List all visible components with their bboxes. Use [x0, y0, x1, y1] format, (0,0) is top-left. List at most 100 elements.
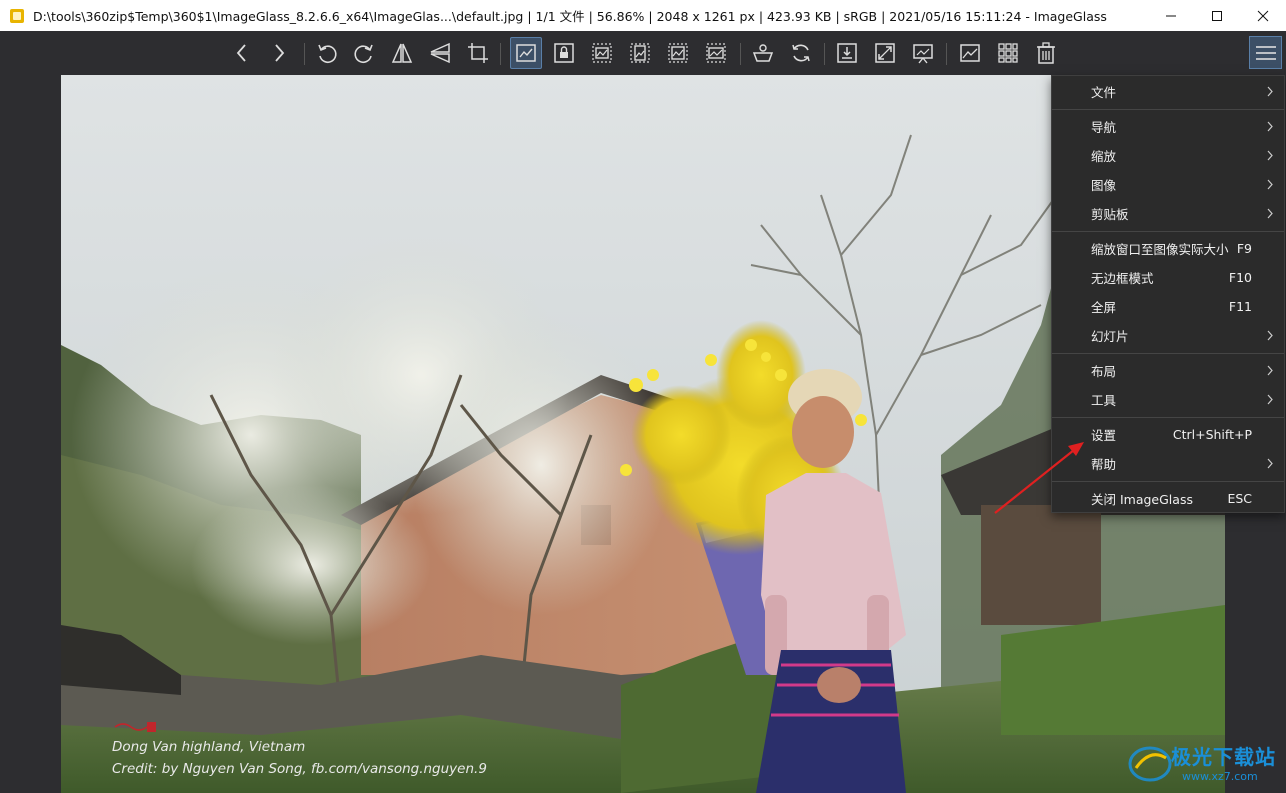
refresh-button[interactable] — [785, 37, 817, 69]
image-caption-credit: Credit: by Nguyen Van Song, fb.com/vanso… — [112, 761, 487, 777]
main-menu-button[interactable] — [1249, 36, 1282, 69]
close-icon — [1257, 10, 1269, 21]
menu-item-clipboard[interactable]: 剪贴板 — [1052, 199, 1284, 228]
menu-item-label: 文件 — [1091, 85, 1117, 100]
menu-item-label: 全屏 — [1091, 300, 1117, 315]
close-button[interactable] — [1240, 0, 1286, 31]
toolbar-separator — [946, 43, 947, 65]
delete-icon — [1037, 42, 1055, 64]
menu-item-slideshow[interactable]: 幻灯片 — [1052, 321, 1284, 350]
menu-separator — [1052, 417, 1284, 418]
scale-to-fit-icon — [668, 43, 688, 63]
menu-item-label: 无边框模式 — [1091, 271, 1154, 286]
menu-item-label: 缩放窗口至图像实际大小 — [1091, 242, 1229, 257]
open-with-icon — [752, 44, 774, 62]
image-caption-location: Dong Van highland, Vietnam — [112, 739, 306, 755]
menu-icon — [1255, 45, 1276, 60]
watermark-url: www.xz7.com — [1182, 770, 1258, 783]
menu-item-navigation[interactable]: 导航 — [1052, 112, 1284, 141]
watermark-brand: 极光下载站 — [1171, 745, 1276, 769]
menu-item-label: 剪贴板 — [1091, 207, 1129, 222]
menu-item-image[interactable]: 图像 — [1052, 170, 1284, 199]
menu-item-shortcut: ESC — [1227, 491, 1252, 506]
rotate-right-button[interactable] — [348, 37, 380, 69]
window-controls — [1148, 0, 1286, 31]
menu-item-label: 关闭 ImageGlass — [1091, 492, 1193, 507]
menu-item-frameless[interactable]: 无边框模式 F10 — [1052, 263, 1284, 292]
submenu-arrow-icon — [1267, 208, 1273, 219]
menu-item-file[interactable]: 文件 — [1052, 77, 1284, 106]
lock-zoom-icon — [554, 43, 574, 63]
thumbnail-icon — [960, 44, 980, 62]
crop-icon — [468, 43, 488, 63]
submenu-arrow-icon — [1267, 458, 1273, 469]
menu-item-label: 设置 — [1091, 428, 1117, 443]
maximize-icon — [1212, 10, 1222, 21]
menu-item-zoom[interactable]: 缩放 — [1052, 141, 1284, 170]
app-logo-icon — [10, 8, 24, 23]
menu-item-fullscreen[interactable]: 全屏 F11 — [1052, 292, 1284, 321]
menu-item-shortcut: F11 — [1228, 299, 1252, 314]
scale-to-fit-button[interactable] — [662, 37, 694, 69]
minimize-icon — [1166, 15, 1176, 16]
rotate-left-button[interactable] — [311, 37, 343, 69]
menu-separator — [1052, 109, 1284, 110]
menu-item-label: 缩放 — [1091, 149, 1117, 164]
submenu-arrow-icon — [1267, 179, 1273, 190]
rotate-left-icon — [318, 44, 337, 63]
toolbar-separator — [824, 43, 825, 65]
open-with-button[interactable] — [747, 37, 779, 69]
submenu-arrow-icon — [1267, 121, 1273, 132]
maximize-button[interactable] — [1194, 0, 1240, 31]
photographer-logo-icon — [114, 722, 156, 732]
scale-to-width-button[interactable] — [586, 37, 618, 69]
slideshow-icon — [913, 44, 933, 64]
toolbar — [0, 31, 1286, 74]
menu-item-label: 导航 — [1091, 120, 1117, 135]
fullscreen-button[interactable] — [869, 37, 901, 69]
chevron-left-icon — [236, 44, 246, 62]
menu-item-shortcut: F10 — [1228, 270, 1252, 285]
delete-button[interactable] — [1030, 37, 1062, 69]
minimize-button[interactable] — [1148, 0, 1194, 31]
refresh-icon — [792, 44, 810, 62]
crop-button[interactable] — [462, 37, 494, 69]
scale-width-icon — [592, 43, 612, 63]
checkerboard-button[interactable] — [992, 37, 1024, 69]
flip-horizontal-icon — [391, 43, 413, 63]
submenu-arrow-icon — [1267, 365, 1273, 376]
menu-separator — [1052, 231, 1284, 232]
scale-to-fill-icon — [706, 43, 726, 63]
rotate-right-icon — [354, 44, 373, 63]
flip-vertical-button[interactable] — [424, 37, 456, 69]
scale-height-icon — [630, 43, 650, 63]
fullscreen-icon — [875, 43, 895, 63]
goto-image-icon — [837, 43, 857, 63]
menu-item-label: 图像 — [1091, 178, 1117, 193]
lock-zoom-button[interactable] — [548, 37, 580, 69]
menu-item-label: 幻灯片 — [1091, 329, 1129, 344]
menu-item-shortcut: F9 — [1236, 241, 1252, 256]
menu-item-tools[interactable]: 工具 — [1052, 385, 1284, 414]
previous-image-button[interactable] — [226, 37, 258, 69]
submenu-arrow-icon — [1267, 86, 1273, 97]
flip-horizontal-button[interactable] — [386, 37, 418, 69]
menu-item-window-fit[interactable]: 缩放窗口至图像实际大小 F9 — [1052, 234, 1284, 263]
window-title: D:\tools\360zip$Temp\360$1\ImageGlass_8.… — [33, 9, 1107, 24]
auto-zoom-button[interactable] — [510, 37, 542, 69]
next-image-button[interactable] — [263, 37, 295, 69]
scale-to-height-button[interactable] — [624, 37, 656, 69]
menu-item-label: 帮助 — [1091, 457, 1117, 472]
thumbnail-bar-button[interactable] — [954, 37, 986, 69]
title-bar: D:\tools\360zip$Temp\360$1\ImageGlass_8.… — [0, 0, 1286, 31]
submenu-arrow-icon — [1267, 394, 1273, 405]
goto-image-button[interactable] — [831, 37, 863, 69]
chevron-right-icon — [275, 44, 285, 62]
menu-item-shortcut: Ctrl+Shift+P — [1172, 427, 1252, 442]
menu-item-layout[interactable]: 布局 — [1052, 356, 1284, 385]
scale-to-fill-button[interactable] — [700, 37, 732, 69]
toolbar-separator — [500, 43, 501, 65]
slideshow-button[interactable] — [907, 37, 939, 69]
menu-separator — [1052, 353, 1284, 354]
toolbar-separator — [304, 43, 305, 65]
